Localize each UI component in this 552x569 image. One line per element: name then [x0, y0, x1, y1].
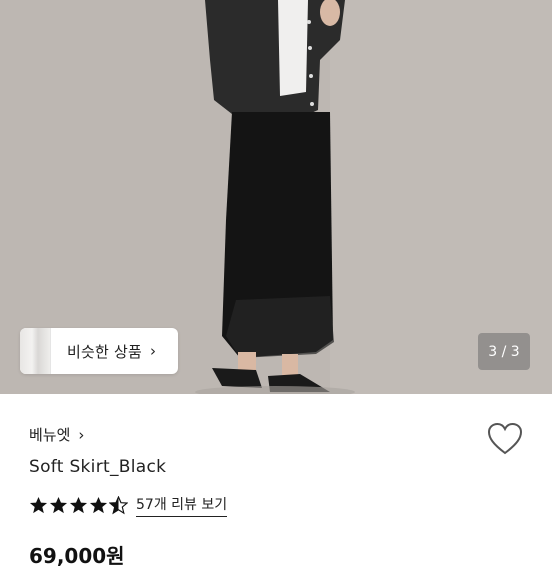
shop-name: 베뉴엣 — [29, 426, 71, 444]
product-name: Soft Skirt_Black — [29, 457, 167, 477]
rating-row: 57개 리뷰 보기 — [29, 494, 228, 517]
product-image-gallery[interactable]: 비슷한 상품 › 3 / 3 — [0, 0, 552, 394]
star-rating — [29, 496, 128, 515]
star-icon — [89, 496, 108, 514]
star-icon — [49, 496, 68, 514]
heart-icon[interactable] — [487, 422, 523, 456]
image-page-counter: 3 / 3 — [478, 333, 530, 370]
shop-link[interactable]: 베뉴엣 › — [29, 424, 84, 445]
star-half-icon — [109, 496, 128, 515]
star-icon — [29, 496, 48, 514]
similar-products-button[interactable]: 비슷한 상품 › — [20, 328, 178, 374]
reviews-link[interactable]: 57개 리뷰 보기 — [136, 494, 228, 517]
chevron-right-icon: › — [78, 425, 85, 444]
similar-products-thumbnail — [20, 328, 51, 374]
star-icon — [69, 496, 88, 514]
similar-products-label: 비슷한 상품 — [67, 342, 142, 361]
product-price: 69,000원 — [29, 544, 125, 568]
product-info: 베뉴엣 › Soft Skirt_Black 57개 리뷰 보기 69,000원 — [0, 394, 552, 568]
chevron-right-icon: › — [149, 342, 156, 360]
